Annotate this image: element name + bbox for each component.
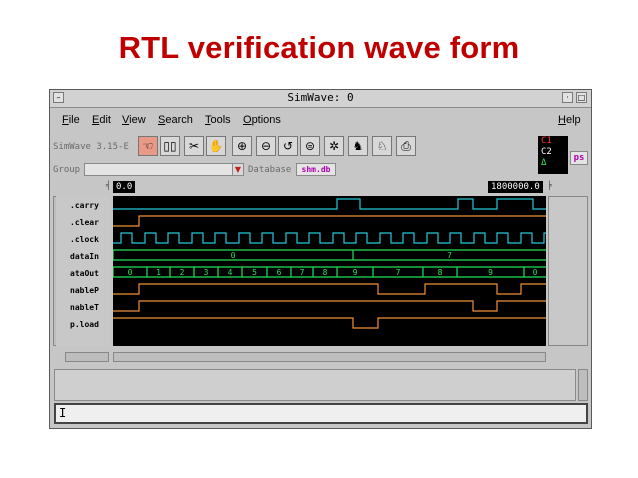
dataout-bus-value-label: 0	[533, 268, 538, 277]
message-panel	[54, 369, 576, 401]
time-unit-button[interactable]: ps	[570, 151, 588, 165]
menu-options[interactable]: Options	[243, 114, 281, 126]
clear-wave	[113, 215, 546, 227]
menu-search[interactable]: Search	[158, 114, 193, 126]
menu-help[interactable]: Help	[558, 114, 581, 126]
marker-delta[interactable]: Δ	[541, 158, 568, 169]
zoom-in-icon[interactable]: ⊕	[232, 136, 252, 156]
signal-name[interactable]: nableT	[70, 303, 99, 312]
dataout-bus-value-label: 8	[323, 268, 328, 277]
signal-name[interactable]: ataOut	[70, 269, 99, 278]
datain-bus-value-label: 0	[231, 251, 236, 260]
hand-icon[interactable]: ✋	[206, 136, 226, 156]
maximize-icon[interactable]: □	[576, 92, 587, 103]
menu-view[interactable]: View	[122, 114, 146, 126]
zoom-undo-icon[interactable]: ↺	[278, 136, 298, 156]
command-line-input[interactable]: I	[54, 403, 588, 424]
slide-title: RTL verification wave form	[118, 30, 520, 65]
cursor-right-value: 1800000.0	[488, 181, 543, 193]
print-icon[interactable]: ⎙	[396, 136, 416, 156]
group-label: Group	[53, 165, 81, 175]
minimize-icon[interactable]: ·	[562, 92, 573, 103]
simwave-window: – SimWave: 0 · □ File Edit View Search T…	[49, 89, 592, 429]
dataout-bus-value-label: 4	[228, 268, 233, 277]
waveform-display[interactable]: 0 70 1 2 3 4 5 6 7 8 9 7 8 9 0	[113, 196, 546, 346]
zoom-out-icon[interactable]: ⊖	[256, 136, 276, 156]
cursor-markers: C1 C2 Δ	[538, 136, 568, 174]
cursor-left-value: 0.0	[113, 181, 136, 193]
wave-vertical-scrollbar[interactable]	[548, 196, 588, 346]
dataout-bus-value-label: 9	[488, 268, 493, 277]
toolbar: SimWave 3.15-E ☜ ▯▯ ✂ ✋ ⊕ ⊖ ↺ ⊜ ✲ ♞ ♘ ⎙	[50, 136, 591, 160]
dataout-bus-value-label: 7	[300, 268, 305, 277]
run-left-icon[interactable]: ♞	[348, 136, 368, 156]
marker-c1[interactable]: C1	[541, 136, 568, 147]
dataout-bus-value-label: 9	[353, 268, 358, 277]
datain-bus-value-label: 7	[447, 251, 452, 260]
dataout-bus-value-label: 0	[128, 268, 133, 277]
zoom-full-icon[interactable]: ⊜	[300, 136, 320, 156]
enablep-wave	[113, 283, 546, 295]
marker-c2[interactable]: C2	[541, 147, 568, 158]
dataout-bus-value-label: 5	[252, 268, 257, 277]
signal-name[interactable]: p.load	[70, 320, 99, 329]
dataout-bus-value-label: 8	[438, 268, 443, 277]
dataout-bus-value-label: 3	[204, 268, 209, 277]
cursor-right-handle-icon[interactable]: ╞	[547, 181, 552, 190]
menu-tools[interactable]: Tools	[205, 114, 231, 126]
zoom-fit-icon[interactable]: ▯▯	[160, 136, 180, 156]
cut-icon[interactable]: ✂	[184, 136, 204, 156]
cursor-left-handle-icon[interactable]: ╡	[106, 181, 111, 190]
menubar: File Edit View Search Tools Options Help	[50, 108, 591, 132]
signal-name[interactable]: .clear	[70, 218, 99, 227]
signal-name[interactable]: dataIn	[70, 252, 99, 261]
signal-name[interactable]: .carry	[70, 201, 99, 210]
database-field[interactable]: shm.db	[296, 163, 336, 176]
enablet-wave	[113, 300, 546, 312]
window-titlebar[interactable]: – SimWave: 0 · □	[50, 90, 591, 108]
version-label: SimWave 3.15-E	[53, 142, 129, 152]
signal-name[interactable]: nableP	[70, 286, 99, 295]
clock-wave	[113, 232, 546, 244]
wave-hscroll[interactable]	[113, 352, 546, 362]
group-dropdown-icon[interactable]: ▼	[232, 163, 244, 176]
database-label: Database	[248, 165, 292, 175]
load-wave	[113, 317, 546, 329]
menu-file[interactable]: File	[62, 114, 80, 126]
signal-name[interactable]: .clock	[70, 235, 99, 244]
dataout-bus-value-label: 1	[156, 268, 161, 277]
window-title: SimWave: 0	[287, 91, 354, 104]
message-scrollbar[interactable]	[578, 369, 588, 401]
dataout-bus-value-label: 6	[277, 268, 282, 277]
refresh-icon[interactable]: ✲	[324, 136, 344, 156]
run-right-icon[interactable]: ♘	[372, 136, 392, 156]
group-field[interactable]	[84, 163, 244, 176]
dataout-bus-value-label: 7	[396, 268, 401, 277]
names-hscroll[interactable]	[65, 352, 109, 362]
dataout-bus-value-label: 2	[180, 268, 185, 277]
signal-names-panel: .carry .clear .clock dataIn ataOut nable…	[56, 196, 109, 346]
pointer-icon[interactable]: ☜	[138, 136, 158, 156]
menu-edit[interactable]: Edit	[92, 114, 111, 126]
carry-wave	[113, 198, 546, 210]
